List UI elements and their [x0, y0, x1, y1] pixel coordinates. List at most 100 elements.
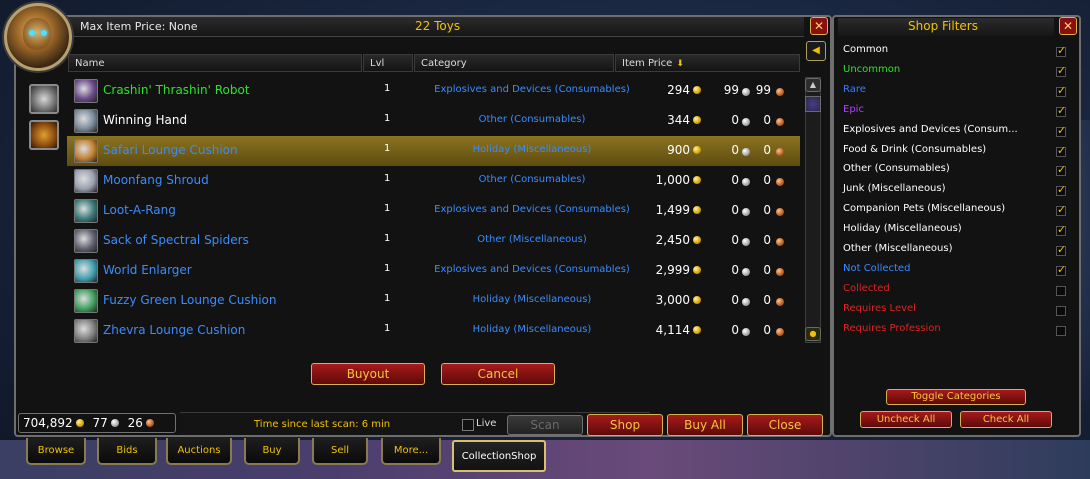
scroll-down-icon[interactable]: ● — [805, 327, 821, 341]
column-header-lvl[interactable]: Lvl — [363, 54, 413, 72]
filter-item-label: Companion Pets (Miscellaneous) — [843, 203, 1006, 215]
silver-coin-icon — [742, 148, 750, 156]
copper-coin-icon — [776, 268, 784, 276]
scroll-up-icon[interactable]: ▲ — [805, 78, 821, 92]
filter-checkbox[interactable]: ✓ — [1056, 45, 1066, 57]
price-silver: 0 — [717, 293, 739, 307]
copper-coin-icon — [776, 328, 784, 336]
item-icon — [74, 199, 98, 223]
shop-button[interactable]: Shop — [587, 414, 663, 436]
buyout-button[interactable]: Buyout — [311, 363, 425, 385]
gold-coin-icon — [693, 85, 701, 94]
table-row[interactable]: Moonfang Shroud 1 Other (Consumables) 1,… — [67, 166, 800, 196]
column-header-name[interactable]: Name — [68, 54, 362, 72]
collapse-arrow-icon[interactable]: ◀ — [806, 41, 826, 61]
filter-checkbox[interactable] — [1056, 305, 1066, 316]
item-name: Sack of Spectral Spiders — [103, 233, 249, 247]
item-icon — [74, 109, 98, 133]
price-silver: 0 — [717, 143, 739, 157]
column-price-label: Item Price — [622, 58, 673, 69]
tab-sell[interactable]: Sell — [312, 438, 368, 465]
portrait-eye — [41, 30, 47, 36]
filter-item-label: Requires Profession — [843, 322, 941, 334]
buy-all-button[interactable]: Buy All — [667, 414, 743, 436]
scroll-thumb[interactable] — [805, 96, 821, 112]
check-all-button[interactable]: Check All — [960, 411, 1052, 428]
side-tab-toys-icon[interactable] — [29, 84, 59, 114]
filter-checkbox[interactable]: ✓ — [1056, 224, 1066, 237]
checkmark-icon: ✓ — [1057, 243, 1067, 256]
item-icon — [74, 319, 98, 343]
column-header-price[interactable]: Item Price ⬇ — [615, 54, 800, 72]
item-name: Zhevra Lounge Cushion — [103, 323, 246, 337]
table-row[interactable]: World Enlarger 1 Explosives and Devices … — [67, 256, 800, 286]
table-row[interactable]: Fuzzy Green Lounge Cushion 1 Holiday (Mi… — [67, 286, 800, 316]
cancel-button[interactable]: Cancel — [441, 363, 555, 385]
column-category-label: Category — [421, 58, 467, 69]
filter-checkbox[interactable]: ✓ — [1056, 145, 1066, 157]
price-gold: 900 — [627, 143, 701, 157]
item-icon — [74, 79, 98, 103]
price-gold-value: 1,499 — [655, 203, 690, 217]
filter-checkbox[interactable]: ✓ — [1056, 125, 1066, 137]
price-gold-value: 344 — [667, 113, 690, 127]
price-copper: 0 — [753, 173, 771, 187]
table-row[interactable]: Loot-A-Rang 1 Explosives and Devices (Co… — [67, 196, 800, 226]
filter-checkbox[interactable]: ✓ — [1056, 105, 1066, 117]
filter-checkbox[interactable]: ✓ — [1056, 204, 1066, 217]
table-row[interactable]: Crashin' Thrashin' Robot 1 Explosives an… — [67, 76, 800, 106]
item-name: Crashin' Thrashin' Robot — [103, 83, 250, 97]
price-copper-value: 99 — [755, 83, 771, 97]
scan-button[interactable]: Scan — [507, 415, 583, 435]
silver-coin-icon — [742, 238, 750, 246]
price-gold: 2,999 — [627, 263, 701, 277]
filter-item-label: Requires Level — [843, 302, 916, 314]
silver-coin-icon — [742, 268, 750, 276]
tab-bids[interactable]: Bids — [97, 438, 157, 465]
tab-more[interactable]: More... — [381, 438, 441, 465]
tab-browse[interactable]: Browse — [26, 438, 86, 465]
table-row[interactable]: Sack of Spectral Spiders 1 Other (Miscel… — [67, 226, 800, 256]
side-tab-chest-icon[interactable] — [29, 120, 59, 150]
price-gold: 344 — [627, 113, 701, 127]
price-gold: 3,000 — [627, 293, 701, 307]
uncheck-all-button[interactable]: Uncheck All — [860, 411, 952, 428]
column-header-category[interactable]: Category — [414, 54, 614, 72]
filters-close-x-icon[interactable]: ✕ — [1059, 17, 1077, 35]
results-scrollbar[interactable] — [805, 77, 821, 343]
close-button[interactable]: Close — [747, 414, 823, 436]
filter-item-label: Not Collected — [843, 262, 911, 274]
item-icon — [74, 259, 98, 283]
copper-coin-icon — [776, 88, 784, 96]
item-level: 1 — [384, 293, 391, 304]
sort-arrow-icon: ⬇ — [676, 59, 684, 69]
price-silver-value: 0 — [731, 203, 739, 217]
filter-checkbox[interactable]: ✓ — [1056, 164, 1066, 177]
tab-collectionshop[interactable]: CollectionShop — [452, 440, 546, 472]
table-row[interactable]: Winning Hand 1 Other (Consumables) 344 0… — [67, 106, 800, 136]
filter-checkbox[interactable] — [1056, 325, 1066, 336]
price-copper-value: 0 — [763, 173, 771, 187]
filter-checkbox[interactable]: ✓ — [1056, 65, 1066, 77]
checkmark-icon: ✓ — [1057, 262, 1067, 276]
tab-auctions[interactable]: Auctions — [166, 438, 232, 465]
price-copper: 0 — [753, 293, 771, 307]
table-row[interactable]: Zhevra Lounge Cushion 1 Holiday (Miscell… — [67, 316, 800, 346]
table-row[interactable]: Safari Lounge Cushion 1 Holiday (Miscell… — [67, 136, 800, 166]
live-checkbox[interactable] — [462, 419, 474, 431]
gold-coin-icon — [693, 205, 701, 214]
gold-coin-icon — [693, 325, 701, 334]
filter-item-label: Collected — [843, 282, 890, 294]
filter-checkbox[interactable]: ✓ — [1056, 85, 1066, 97]
toggle-categories-button[interactable]: Toggle Categories — [886, 389, 1026, 405]
price-copper: 0 — [753, 263, 771, 277]
main-close-x-icon[interactable]: ✕ — [810, 17, 828, 35]
filter-checkbox[interactable]: ✓ — [1056, 243, 1067, 256]
filter-item-label: Uncommon — [843, 63, 901, 75]
filter-checkbox[interactable]: ✓ — [1056, 262, 1067, 276]
filters-title: Shop Filters — [908, 19, 978, 33]
filter-checkbox[interactable]: ✓ — [1056, 184, 1066, 197]
tab-buy[interactable]: Buy — [244, 438, 300, 465]
filter-checkbox[interactable] — [1056, 285, 1066, 296]
item-icon — [74, 289, 98, 313]
